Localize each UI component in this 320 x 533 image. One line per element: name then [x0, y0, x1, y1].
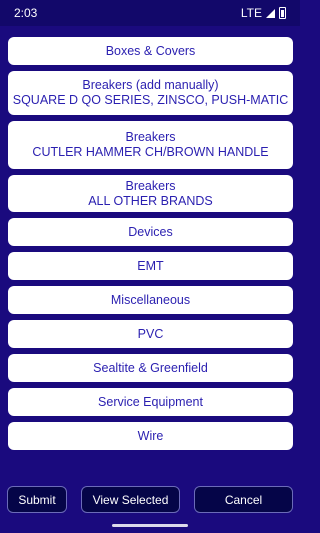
category-label: Boxes & Covers	[105, 43, 196, 58]
battery-icon	[279, 7, 286, 19]
category-label: Breakers (add manually)	[82, 78, 219, 92]
category-label: Service Equipment	[98, 394, 203, 409]
category-list: Boxes & Covers Breakers (add manually) S…	[8, 37, 293, 456]
submit-button[interactable]: Submit	[7, 486, 67, 513]
category-breakers-cutler-hammer[interactable]: Breakers CUTLER HAMMER CH/BROWN HANDLE	[8, 121, 293, 169]
category-sealtite-greenfield[interactable]: Sealtite & Greenfield	[8, 354, 293, 382]
gesture-nav-bar	[0, 515, 300, 533]
category-sublabel: SQUARE D QO SERIES, ZINSCO, PUSH-MATIC	[12, 93, 289, 107]
status-bar: 2:03 LTE	[0, 0, 300, 26]
category-label: Breakers	[125, 130, 176, 144]
category-service-equipment[interactable]: Service Equipment	[8, 388, 293, 416]
action-bar: Submit View Selected Cancel	[0, 486, 300, 513]
status-indicators: LTE	[241, 6, 286, 20]
signal-icon	[266, 8, 275, 18]
category-boxes-covers[interactable]: Boxes & Covers	[8, 37, 293, 65]
network-type: LTE	[240, 6, 262, 20]
category-sublabel: ALL OTHER BRANDS	[88, 193, 213, 208]
cancel-button[interactable]: Cancel	[194, 486, 293, 513]
category-devices[interactable]: Devices	[8, 218, 293, 246]
category-label: Sealtite & Greenfield	[93, 360, 208, 375]
category-label: EMT	[137, 258, 164, 273]
category-label: Wire	[137, 428, 164, 443]
view-selected-button[interactable]: View Selected	[81, 486, 180, 513]
category-pvc[interactable]: PVC	[8, 320, 293, 348]
category-label: Miscellaneous	[110, 292, 191, 307]
category-label: Breakers	[125, 178, 176, 193]
category-wire[interactable]: Wire	[8, 422, 293, 450]
category-breakers-all-other[interactable]: Breakers ALL OTHER BRANDS	[8, 175, 293, 212]
category-sublabel: CUTLER HAMMER CH/BROWN HANDLE	[32, 145, 269, 159]
category-miscellaneous[interactable]: Miscellaneous	[8, 286, 293, 314]
category-breakers-add-manually[interactable]: Breakers (add manually) SQUARE D QO SERI…	[8, 71, 293, 115]
category-emt[interactable]: EMT	[8, 252, 293, 280]
home-handle[interactable]	[112, 524, 188, 527]
category-label: PVC	[137, 326, 164, 341]
status-time: 2:03	[14, 6, 38, 20]
category-label: Devices	[128, 224, 173, 239]
